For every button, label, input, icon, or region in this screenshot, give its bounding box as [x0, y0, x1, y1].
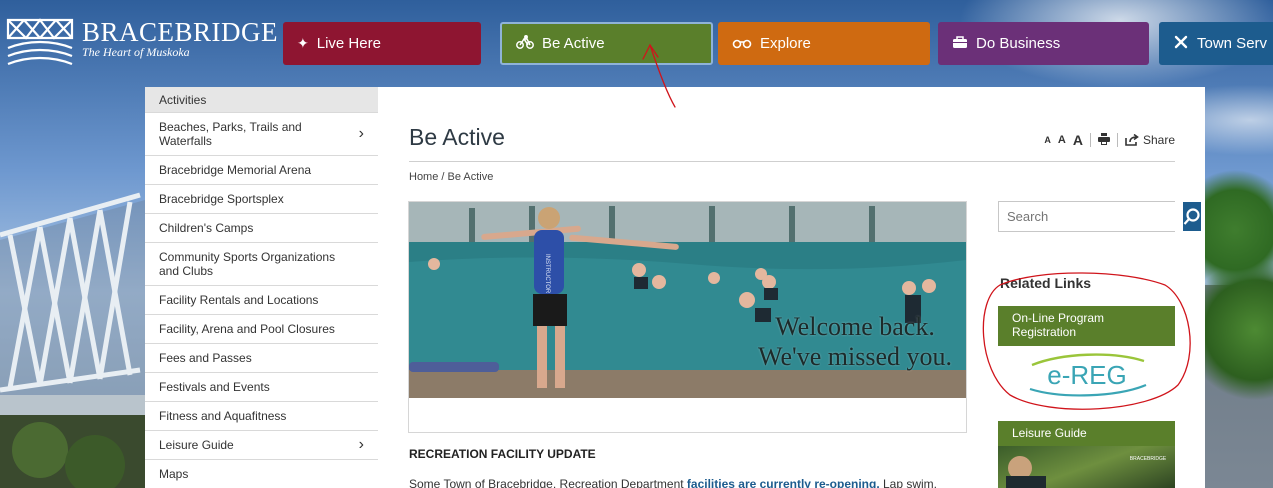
hero-caption-line1: Welcome back.: [775, 312, 935, 341]
print-icon[interactable]: [1097, 132, 1110, 148]
sidebar-item-label: Fees and Passes: [159, 351, 252, 365]
hero-caption: Welcome back. We've missed you.: [758, 312, 952, 372]
sidebar-item-fees[interactable]: Fees and Passes: [145, 344, 378, 373]
divider: [1116, 133, 1118, 147]
sidebar-item-label: Facility, Arena and Pool Closures: [159, 322, 335, 336]
bridge-logo-icon: [6, 18, 74, 66]
nav-be-active[interactable]: Be Active: [500, 22, 713, 65]
leisure-guide-image[interactable]: BRACEBRIDGE: [998, 446, 1175, 488]
hero-frame: INSTRUCTOR Welcome back. We've missed yo…: [408, 201, 967, 433]
text-size-large-button[interactable]: A: [1073, 132, 1083, 148]
trees-background: [1205, 150, 1273, 488]
sidebar-item-label: Bracebridge Sportsplex: [159, 192, 284, 206]
page-title: Be Active: [409, 124, 505, 150]
sidebar-item-closures[interactable]: Facility, Arena and Pool Closures: [145, 315, 378, 344]
leisure-guide-link[interactable]: Leisure Guide: [998, 421, 1175, 446]
sidebar-item-camps[interactable]: Children's Camps: [145, 214, 378, 243]
search-box: [998, 201, 1201, 232]
sidebar-item-label: Leisure Guide: [159, 438, 234, 452]
main-content: Be Active A A A Share Home / Be Active I…: [378, 87, 1205, 488]
nav-do-business[interactable]: Do Business: [938, 22, 1149, 65]
sidebar-item-rentals[interactable]: Facility Rentals and Locations: [145, 286, 378, 315]
share-icon: [1125, 134, 1139, 146]
nav-explore[interactable]: Explore: [718, 22, 930, 65]
update-text-end: Lap swim,: [879, 477, 938, 488]
search-button[interactable]: [1183, 202, 1201, 231]
share-label: Share: [1142, 133, 1175, 147]
briefcase-icon: [952, 35, 968, 52]
sidebar-item-fitness[interactable]: Fitness and Aquafitness: [145, 402, 378, 431]
nav-label: Town Serv: [1197, 35, 1268, 52]
chevron-right-icon[interactable]: ›: [359, 437, 364, 453]
tools-icon: [1173, 34, 1189, 53]
update-heading: RECREATION FACILITY UPDATE: [409, 447, 596, 461]
search-input[interactable]: [999, 202, 1183, 231]
sidebar-item-maps[interactable]: Maps: [145, 460, 378, 488]
update-paragraph: Some Town of Bracebridge, Recreation Dep…: [409, 477, 937, 488]
text-tools: A A A Share: [1044, 132, 1175, 148]
shirt-text: INSTRUCTOR: [544, 254, 550, 294]
sidebar-item-label: Children's Camps: [159, 221, 254, 235]
sidebar-item-festivals[interactable]: Festivals and Events: [145, 373, 378, 402]
nav-label: Be Active: [542, 35, 605, 52]
sidebar-item-label: Festivals and Events: [159, 380, 270, 394]
text-size-medium-button[interactable]: A: [1058, 134, 1066, 146]
ereg-logo[interactable]: e-REG: [998, 346, 1175, 402]
logo-tagline: The Heart of Muskoka: [82, 45, 190, 59]
sidebar-item-leisure-guide[interactable]: Leisure Guide ›: [145, 431, 378, 460]
logo-name: BRACEBRIDGE: [82, 17, 279, 47]
sidebar-item-label: Community Sports Organizations and Clubs: [159, 250, 336, 278]
nav-live-here[interactable]: ✦ Live Here: [283, 22, 481, 65]
related-links-heading: Related Links: [1000, 275, 1092, 291]
update-text-start: Some Town of Bracebridge, Recreation Dep…: [409, 477, 687, 488]
sidebar-item-label: Activities: [159, 92, 207, 107]
sidebar-item-beaches[interactable]: Beaches, Parks, Trails and Waterfalls ›: [145, 113, 378, 156]
ereg-logo-text: e-REG: [1047, 360, 1126, 390]
breadcrumb[interactable]: Home / Be Active: [409, 171, 493, 183]
sidebar-item-sportsplex[interactable]: Bracebridge Sportsplex: [145, 185, 378, 214]
nav-town-services[interactable]: Town Serv: [1159, 22, 1273, 65]
section-sidebar: Activities Beaches, Parks, Trails and Wa…: [145, 87, 378, 488]
nav-label: Live Here: [316, 35, 381, 52]
sidebar-item-sports-orgs[interactable]: Community Sports Organizations and Clubs: [145, 243, 378, 286]
binoculars-icon: [732, 36, 752, 52]
sidebar-item-activities[interactable]: Activities: [145, 87, 378, 113]
bicycle-icon: [516, 35, 534, 52]
divider: [1089, 133, 1091, 147]
facilities-link[interactable]: facilities are currently re-opening.: [687, 477, 880, 488]
share-button[interactable]: Share: [1125, 133, 1175, 147]
sidebar-item-label: Bracebridge Memorial Arena: [159, 163, 312, 177]
online-registration-link[interactable]: On-Line Program Registration: [998, 306, 1175, 346]
sidebar-item-label: Maps: [159, 467, 189, 481]
hero-caption-line2: We've missed you.: [758, 342, 952, 371]
chevron-right-icon[interactable]: ›: [359, 126, 364, 142]
site-logo[interactable]: BRACEBRIDGE The Heart of Muskoka: [6, 18, 278, 72]
bridge-background: [0, 192, 145, 488]
nav-label: Do Business: [976, 35, 1061, 52]
sidebar-item-label: Fitness and Aquafitness: [159, 409, 287, 423]
leisure-badge-text: BRACEBRIDGE: [1130, 456, 1167, 462]
sidebar-item-label: Facility Rentals and Locations: [159, 293, 319, 307]
text-size-small-button[interactable]: A: [1044, 135, 1051, 145]
nav-label: Explore: [760, 35, 811, 52]
sidebar-item-memorial-arena[interactable]: Bracebridge Memorial Arena: [145, 156, 378, 185]
search-icon: [1183, 207, 1200, 225]
family-icon: ✦: [297, 35, 309, 51]
sidebar-item-label: Beaches, Parks, Trails and Waterfalls: [159, 120, 302, 148]
title-divider: [409, 161, 1175, 162]
